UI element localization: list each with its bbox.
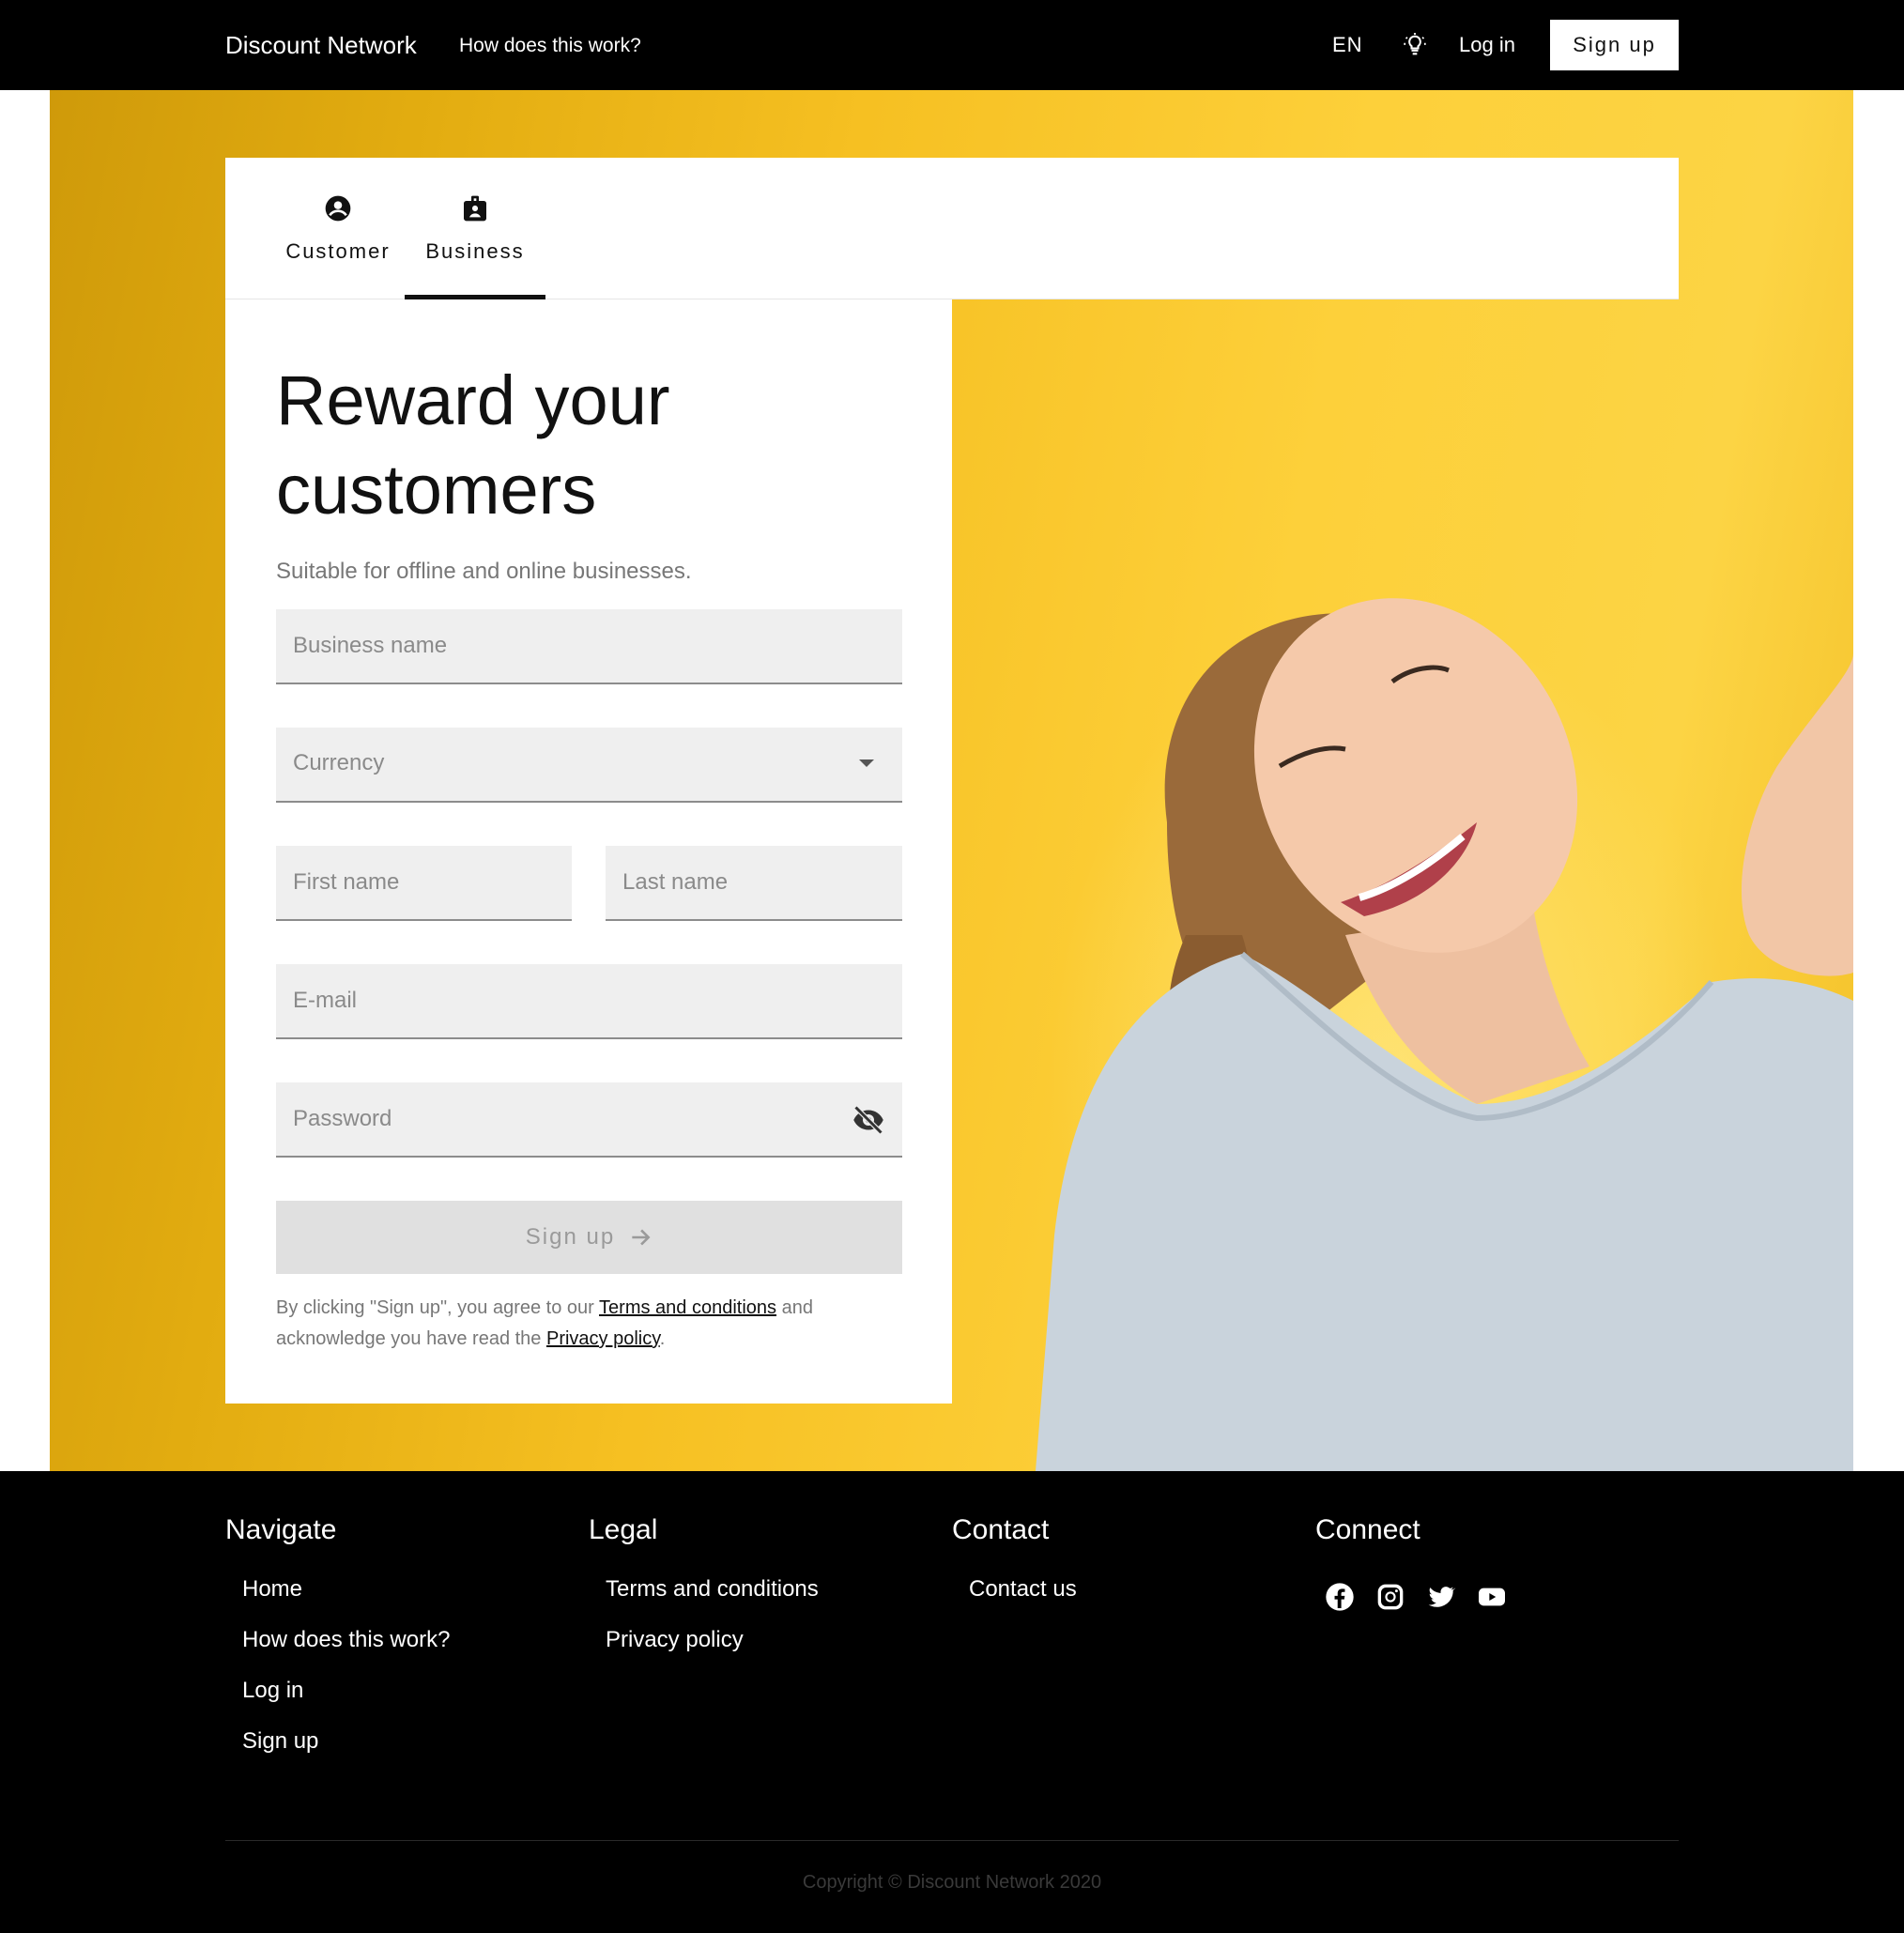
login-link[interactable]: Log in (1459, 31, 1515, 59)
footer-navigate: Navigate Home How does this work? Log in… (225, 1511, 450, 1778)
email-field (276, 964, 902, 1039)
currency-select[interactable]: Currency (276, 728, 902, 803)
footer-link-contact-us[interactable]: Contact us (969, 1575, 1077, 1603)
dropdown-caret-icon (859, 759, 874, 767)
terms-link[interactable]: Terms and conditions (599, 1297, 776, 1318)
legal-text-suffix: . (659, 1328, 666, 1349)
footer-link-login[interactable]: Log in (242, 1677, 450, 1705)
first-name-input[interactable] (276, 846, 572, 919)
tab-customer-label: Customer (285, 239, 391, 263)
footer-navigate-title: Navigate (225, 1514, 337, 1545)
page-title: Reward your customers (276, 361, 670, 529)
password-field (276, 1082, 902, 1158)
footer-link-signup[interactable]: Sign up (242, 1727, 450, 1756)
privacy-link[interactable]: Privacy policy (546, 1328, 660, 1349)
business-name-field (276, 609, 902, 684)
legal-text-prefix: By clicking "Sign up", you agree to our (276, 1297, 600, 1318)
tab-business[interactable]: Business (405, 158, 545, 299)
badge-icon (460, 193, 490, 228)
account-type-tabs: Customer Business (225, 158, 1679, 299)
footer-connect-title: Connect (1315, 1514, 1420, 1545)
signup-button[interactable]: Sign up (1550, 20, 1679, 70)
nav-how-it-works-link[interactable]: How does this work? (459, 32, 641, 60)
signup-submit-button[interactable]: Sign up (276, 1201, 902, 1274)
visibility-off-icon[interactable] (852, 1103, 885, 1137)
currency-label: Currency (293, 750, 385, 775)
twitter-icon[interactable] (1426, 1582, 1456, 1612)
signup-submit-label: Sign up (525, 1224, 616, 1250)
tab-customer[interactable]: Customer (268, 158, 408, 299)
footer-link-how-it-works[interactable]: How does this work? (242, 1626, 450, 1654)
top-navigation-bar: Discount Network How does this work? EN … (0, 0, 1904, 90)
tab-business-label: Business (425, 239, 525, 263)
footer-connect: Connect (1315, 1511, 1507, 1612)
youtube-icon[interactable] (1477, 1582, 1507, 1612)
first-name-field (276, 846, 572, 921)
business-name-input[interactable] (276, 609, 902, 683)
footer-divider (225, 1840, 1679, 1841)
copyright-text: Copyright © Discount Network 2020 (802, 1872, 1102, 1893)
footer-link-home[interactable]: Home (242, 1575, 450, 1603)
arrow-right-icon (632, 1229, 651, 1246)
hero-photo-woman (1036, 598, 1853, 1471)
footer-link-terms[interactable]: Terms and conditions (606, 1575, 819, 1603)
language-selector[interactable]: EN (1332, 31, 1363, 59)
last-name-input[interactable] (606, 846, 902, 919)
footer-legal: Legal Terms and conditions Privacy polic… (589, 1511, 819, 1677)
footer-link-privacy[interactable]: Privacy policy (606, 1626, 819, 1654)
footer-legal-title: Legal (589, 1514, 658, 1545)
page-subtitle: Suitable for offline and online business… (276, 559, 692, 584)
business-signup-form: Reward your customers Suitable for offli… (225, 299, 952, 1404)
legal-notice: By clicking "Sign up", you agree to our … (276, 1293, 914, 1355)
facebook-icon[interactable] (1325, 1582, 1355, 1612)
last-name-field (606, 846, 902, 921)
lightbulb-icon[interactable] (1402, 32, 1428, 58)
brand-logo[interactable]: Discount Network (225, 29, 417, 61)
site-footer: Navigate Home How does this work? Log in… (0, 1471, 1904, 1933)
email-input[interactable] (276, 964, 902, 1037)
account-circle-icon (323, 193, 353, 228)
password-input[interactable] (276, 1082, 902, 1156)
footer-contact-title: Contact (952, 1514, 1050, 1545)
footer-contact: Contact Contact us (952, 1511, 1077, 1626)
instagram-icon[interactable] (1375, 1582, 1405, 1612)
